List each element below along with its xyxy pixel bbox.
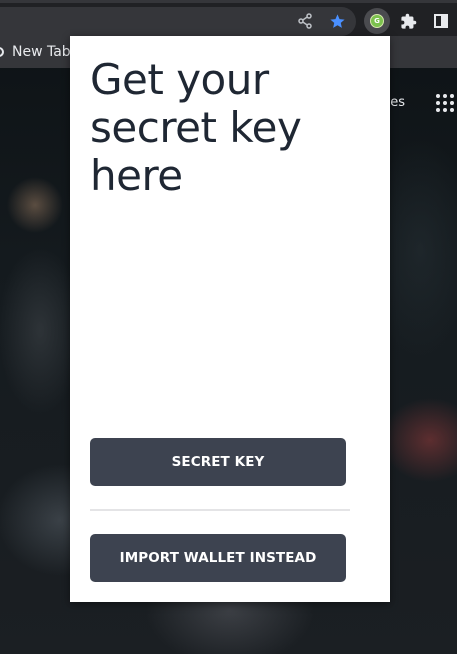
apps-grid-icon[interactable] (436, 94, 454, 112)
puzzle-icon[interactable] (399, 12, 417, 30)
side-panel-icon[interactable] (432, 12, 450, 30)
bookmark-globe-icon (0, 47, 4, 57)
bookmark-label: New Tab (12, 44, 71, 60)
import-wallet-button[interactable]: IMPORT WALLET INSTEAD (90, 534, 346, 582)
extension-popup: Get your secret key here SECRET KEY IMPO… (70, 36, 390, 602)
secret-key-button[interactable]: SECRET KEY (90, 438, 346, 486)
popup-title: Get your secret key here (90, 55, 302, 200)
bookmark-new-tab[interactable]: New Tab (0, 44, 71, 60)
star-icon[interactable] (328, 12, 346, 30)
extension-logo-text: G (370, 14, 384, 28)
divider (90, 509, 350, 511)
extension-logo-icon[interactable]: G (364, 8, 390, 34)
share-icon[interactable] (296, 12, 314, 30)
browser-toolbar: G (0, 0, 457, 36)
